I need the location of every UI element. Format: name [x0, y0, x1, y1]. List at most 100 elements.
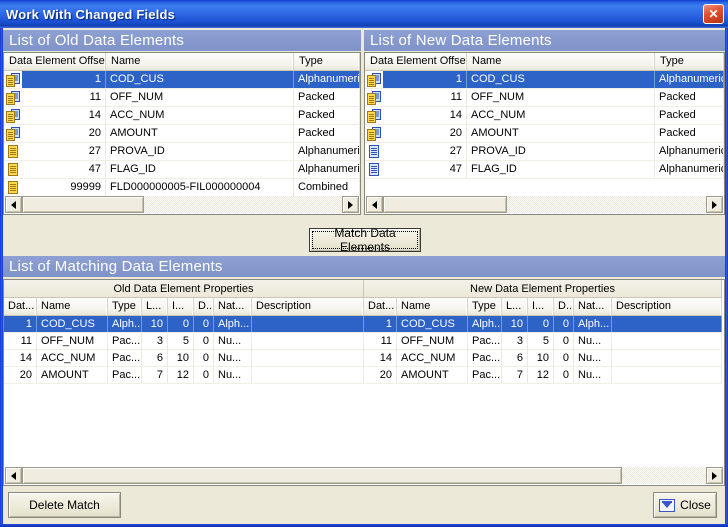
- length-cell: 6: [142, 350, 168, 366]
- list-item[interactable]: 11OFF_NUMPacked: [4, 89, 360, 107]
- list-item[interactable]: 47FLAG_IDAlphanumeric: [365, 161, 724, 179]
- match-button-label: Match Data Elements: [310, 226, 420, 254]
- new-list-hscrollbar[interactable]: [366, 196, 723, 213]
- list-item[interactable]: 20AMOUNTPacked: [365, 125, 724, 143]
- matching-column-header[interactable]: Description: [252, 298, 364, 315]
- matching-column-header[interactable]: D...: [554, 298, 574, 315]
- list-item[interactable]: 99999FLD000000005-FIL000000004Combined: [4, 179, 360, 197]
- scroll-right-button[interactable]: [706, 196, 723, 213]
- scroll-left-icon: [368, 201, 377, 209]
- column-header-offset[interactable]: Data Element Offset: [4, 53, 106, 70]
- matching-column-header[interactable]: D...: [194, 298, 214, 315]
- old-list-hscrollbar[interactable]: [5, 196, 359, 213]
- list-item[interactable]: 14ACC_NUMPacked: [4, 107, 360, 125]
- column-header-type[interactable]: Type: [294, 53, 360, 70]
- matching-column-header[interactable]: Name: [37, 298, 108, 315]
- offset-cell: 27: [383, 143, 467, 160]
- scrollbar-track[interactable]: [144, 196, 342, 213]
- integer-cell: 10: [528, 350, 554, 366]
- description-cell: [612, 350, 722, 366]
- integer-cell: 5: [168, 333, 194, 349]
- name-cell: PROVA_ID: [106, 143, 294, 160]
- old-panel-title: List of Old Data Elements: [9, 32, 184, 49]
- description-cell: [252, 367, 364, 383]
- type-cell: Pac...: [108, 333, 142, 349]
- type-cell: Pac...: [468, 367, 502, 383]
- window-title: Work With Changed Fields: [0, 7, 175, 22]
- matching-column-header[interactable]: Nat...: [574, 298, 612, 315]
- matching-column-header[interactable]: Dat...: [364, 298, 397, 315]
- list-item[interactable]: 11OFF_NUMPacked: [365, 89, 724, 107]
- match-data-elements-button[interactable]: Match Data Elements: [309, 228, 421, 252]
- nature-cell: Alph...: [214, 316, 252, 332]
- decimal-cell: 0: [554, 367, 574, 383]
- column-header-name[interactable]: Name: [467, 53, 655, 70]
- scrollbar-thumb[interactable]: [22, 196, 144, 213]
- scrollbar-thumb[interactable]: [383, 196, 507, 213]
- scroll-left-button[interactable]: [366, 196, 383, 213]
- matching-column-header[interactable]: Description: [612, 298, 722, 315]
- scroll-right-icon: [712, 201, 721, 209]
- matching-column-header[interactable]: I...: [168, 298, 194, 315]
- new-properties: 11OFF_NUMPac...350Nu...: [364, 333, 722, 350]
- name-cell: ACC_NUM: [397, 350, 468, 366]
- matching-column-header[interactable]: Nat...: [214, 298, 252, 315]
- matching-column-header[interactable]: Dat...: [4, 298, 37, 315]
- column-header-name[interactable]: Name: [106, 53, 294, 70]
- matching-row[interactable]: 20AMOUNTPac...7120Nu...20AMOUNTPac...712…: [4, 367, 724, 384]
- delete-match-button[interactable]: Delete Match: [8, 492, 121, 518]
- new-panel-title: List of New Data Elements: [370, 32, 552, 49]
- name-cell: OFF_NUM: [37, 333, 108, 349]
- list-item[interactable]: 27PROVA_IDAlphanumeric: [365, 143, 724, 161]
- matching-column-header[interactable]: L...: [502, 298, 528, 315]
- type-cell: Pac...: [108, 350, 142, 366]
- type-cell: Alphanumeric: [655, 143, 724, 160]
- close-button[interactable]: Close: [653, 492, 717, 518]
- matching-column-header[interactable]: Type: [468, 298, 502, 315]
- list-item[interactable]: 1COD_CUSAlphanumeric: [365, 71, 724, 89]
- nature-cell: Nu...: [574, 367, 612, 383]
- matching-column-header[interactable]: Name: [397, 298, 468, 315]
- matching-column-header[interactable]: L...: [142, 298, 168, 315]
- copy-icon: [4, 89, 22, 106]
- matching-column-header[interactable]: I...: [528, 298, 554, 315]
- description-cell: [252, 333, 364, 349]
- matching-column-header[interactable]: Type: [108, 298, 142, 315]
- copy-icon: [365, 71, 383, 88]
- column-header-offset[interactable]: Data Element Offset: [365, 53, 467, 70]
- scroll-left-button[interactable]: [5, 196, 22, 213]
- scroll-left-button[interactable]: [5, 467, 22, 484]
- offset-cell: 20: [22, 125, 106, 142]
- list-item[interactable]: 20AMOUNTPacked: [4, 125, 360, 143]
- list-item[interactable]: 27PROVA_IDAlphanumeric: [4, 143, 360, 161]
- dat-cell: 20: [364, 367, 397, 383]
- list-item[interactable]: 1COD_CUSAlphanumeric: [4, 71, 360, 89]
- integer-cell: 10: [168, 350, 194, 366]
- list-item[interactable]: 47FLAG_IDAlphanumeric: [4, 161, 360, 179]
- name-cell: COD_CUS: [397, 316, 468, 332]
- decimal-cell: 0: [554, 316, 574, 332]
- decimal-cell: 0: [554, 350, 574, 366]
- matching-row[interactable]: 11OFF_NUMPac...350Nu...11OFF_NUMPac...35…: [4, 333, 724, 350]
- type-cell: Combined: [294, 179, 360, 196]
- scrollbar-track[interactable]: [622, 467, 706, 484]
- old-data-elements-list: Data Element Offset Name Type 1COD_CUSAl…: [3, 52, 361, 215]
- matching-row[interactable]: 1COD_CUSAlph...1000Alph...1COD_CUSAlph..…: [4, 316, 724, 333]
- list-item[interactable]: 14ACC_NUMPacked: [365, 107, 724, 125]
- scroll-right-button[interactable]: [706, 467, 723, 484]
- name-cell: AMOUNT: [106, 125, 294, 142]
- scroll-right-button[interactable]: [342, 196, 359, 213]
- new-properties-group-header: New Data Element Properties: [364, 280, 722, 298]
- matching-hscrollbar[interactable]: [5, 467, 723, 484]
- new-properties: 1COD_CUSAlph...1000Alph...: [364, 316, 722, 333]
- scroll-right-icon: [348, 201, 357, 209]
- name-cell: COD_CUS: [106, 71, 294, 88]
- type-cell: Alphanumeric: [655, 71, 724, 88]
- type-cell: Packed: [294, 89, 360, 106]
- offset-cell: 11: [22, 89, 106, 106]
- scrollbar-thumb[interactable]: [22, 467, 622, 484]
- column-header-type[interactable]: Type: [655, 53, 724, 70]
- close-window-button[interactable]: ✕: [703, 4, 724, 24]
- matching-row[interactable]: 14ACC_NUMPac...6100Nu...14ACC_NUMPac...6…: [4, 350, 724, 367]
- scrollbar-track[interactable]: [507, 196, 706, 213]
